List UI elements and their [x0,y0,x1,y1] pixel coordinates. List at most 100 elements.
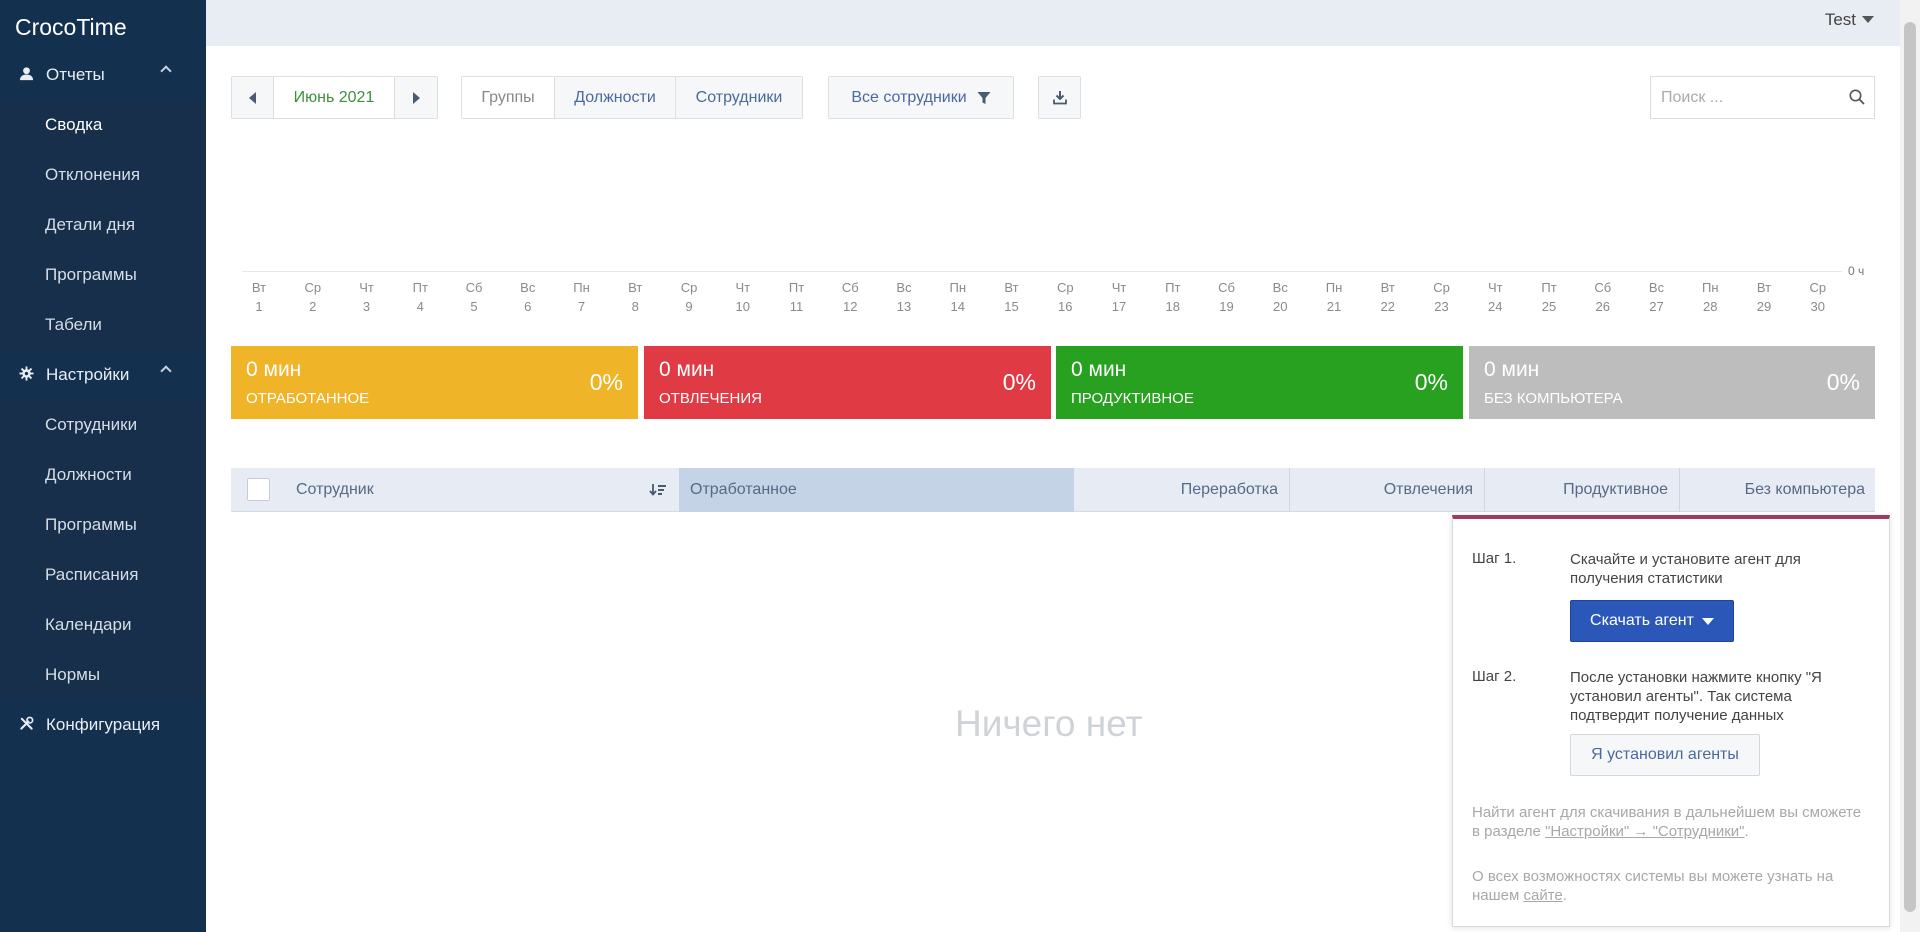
timeline-day[interactable]: Пн 14 [931,278,985,316]
sidebar-item-day-details[interactable]: Детали дня [0,200,206,250]
timeline-day[interactable]: Чт 24 [1468,278,1522,316]
timeline-day[interactable]: Сб 26 [1576,278,1630,316]
nav-section-settings[interactable]: Настройки [0,350,206,400]
scrollbar-thumb[interactable] [1904,22,1916,912]
employee-filter-button[interactable]: Все сотрудники [829,77,1013,118]
day-number: 12 [843,299,858,314]
sort-icon[interactable] [649,483,667,497]
download-button[interactable] [1039,77,1080,118]
timeline-day[interactable]: Пт 11 [770,278,824,316]
timeline-day[interactable]: Сб 19 [1200,278,1254,316]
day-number: 1 [255,299,263,314]
timeline-day[interactable]: Вс 20 [1253,278,1307,316]
view-switcher: Группы Должности Сотрудники [461,76,803,119]
website-link[interactable]: сайте [1523,887,1562,904]
view-employees-button[interactable]: Сотрудники [676,77,802,118]
stat-value: 0 мин [1484,358,1540,381]
column-offline[interactable]: Без компьютера [1679,468,1875,512]
timeline-day[interactable]: Вт 22 [1361,278,1415,316]
stat-value: 0 мин [246,358,302,381]
sidebar-item-summary[interactable]: Сводка [0,100,206,150]
search-input[interactable] [1651,77,1831,118]
agents-installed-button[interactable]: Я установил агенты [1570,734,1760,776]
sidebar-item-employees[interactable]: Сотрудники [0,400,206,450]
stat-percent: 0% [1414,369,1448,395]
nav-section-reports[interactable]: Отчеты [0,50,206,100]
sidebar-item-deviations[interactable]: Отклонения [0,150,206,200]
empty-state: Ничего нет [955,703,1143,744]
day-number: 11 [789,299,804,314]
stat-card-worked[interactable]: 0 мин ОТРАБОТАННОЕ 0% [231,346,638,419]
day-number: 10 [735,299,750,314]
column-overtime[interactable]: Переработка [1074,468,1289,512]
select-all-checkbox[interactable] [247,478,270,501]
day-number: 25 [1541,299,1557,314]
column-employee[interactable]: Сотрудник [296,468,374,512]
timeline-day[interactable]: Чт 10 [716,278,770,316]
day-number: 21 [1326,299,1342,314]
timeline-day[interactable]: Вт 29 [1737,278,1791,316]
column-productive[interactable]: Продуктивное [1484,468,1679,512]
column-worked[interactable]: Отработанное [679,468,1074,512]
timeline-day[interactable]: Вт 15 [985,278,1039,316]
agent-location-note: Найти агент для скачивания в дальнейшем … [1472,803,1872,841]
weekday-label: Пн [1701,280,1719,295]
stat-label: ОТВЛЕЧЕНИЯ [659,390,762,407]
stat-card-productive[interactable]: 0 мин ПРОДУКТИВНОЕ 0% [1056,346,1463,419]
timeline-day[interactable]: Ср 30 [1791,278,1845,316]
stat-card-distractions[interactable]: 0 мин ОТВЛЕЧЕНИЯ 0% [644,346,1051,419]
view-groups-button[interactable]: Группы [462,77,555,118]
timeline-day[interactable]: Пт 18 [1146,278,1200,316]
timeline-day[interactable]: Вс 27 [1630,278,1684,316]
day-number: 23 [1434,299,1449,314]
day-number: 6 [524,299,532,314]
timeline-day[interactable]: Пт 25 [1522,278,1576,316]
timeline-day[interactable]: Пн 7 [555,278,609,316]
timeline-day[interactable]: Сб 12 [823,278,877,316]
timeline-day[interactable]: Пт 4 [393,278,447,316]
search-icon[interactable] [1849,89,1865,105]
timeline-day[interactable]: Вс 6 [501,278,555,316]
user-menu[interactable]: Test [1825,10,1874,30]
nav-section-configuration[interactable]: Конфигурация [0,700,206,750]
current-month[interactable]: Июнь 2021 [274,77,395,118]
next-month-button[interactable] [395,77,437,118]
sidebar-item-schedules[interactable]: Расписания [0,550,206,600]
view-positions-button[interactable]: Должности [555,77,676,118]
sidebar-item-programs[interactable]: Программы [0,500,206,550]
timeline-day[interactable]: Ср 23 [1415,278,1469,316]
timeline-day[interactable]: Ср 9 [662,278,716,316]
timeline-day[interactable]: Чт 17 [1092,278,1146,316]
download-icon [1052,91,1067,105]
stat-label: ПРОДУКТИВНОЕ [1071,390,1194,407]
timeline-day[interactable]: Пн 21 [1307,278,1361,316]
page-scrollbar[interactable] [1900,0,1920,932]
timeline-day[interactable]: Вс 13 [877,278,931,316]
day-number: 24 [1488,299,1503,314]
timeline-day[interactable]: Сб 5 [447,278,501,316]
timeline-day[interactable]: Чт 3 [340,278,394,316]
app-logo[interactable]: CrocoTime [0,0,206,50]
day-number: 27 [1649,299,1664,314]
nav-section-settings-label: Настройки [46,365,130,384]
prev-month-button[interactable] [232,77,274,118]
caret-down-icon [1862,16,1874,23]
timeline-day[interactable]: Вт 8 [608,278,662,316]
timeline-day[interactable]: Ср 16 [1038,278,1092,316]
settings-employees-link[interactable]: "Настройки" → "Сотрудники" [1545,823,1744,840]
download-agent-button[interactable]: Скачать агент [1570,600,1734,642]
sidebar-item-norms[interactable]: Нормы [0,650,206,700]
column-distractions[interactable]: Отвлечения [1289,468,1484,512]
stat-card-offline[interactable]: 0 мин БЕЗ КОМПЬЮТЕРА 0% [1469,346,1875,419]
sidebar-item-positions[interactable]: Должности [0,450,206,500]
weekday-label: Вт [628,280,643,295]
timeline-day[interactable]: Ср 2 [286,278,340,316]
sidebar-item-programs-report[interactable]: Программы [0,250,206,300]
day-number: 30 [1810,299,1825,314]
download-agent-label: Скачать агент [1590,612,1694,629]
weekday-label: Вс [1272,280,1288,295]
sidebar-item-calendars[interactable]: Календари [0,600,206,650]
timeline-day[interactable]: Вт 1 [232,278,286,316]
timeline-day[interactable]: Пн 28 [1683,278,1737,316]
sidebar-item-timesheets[interactable]: Табели [0,300,206,350]
